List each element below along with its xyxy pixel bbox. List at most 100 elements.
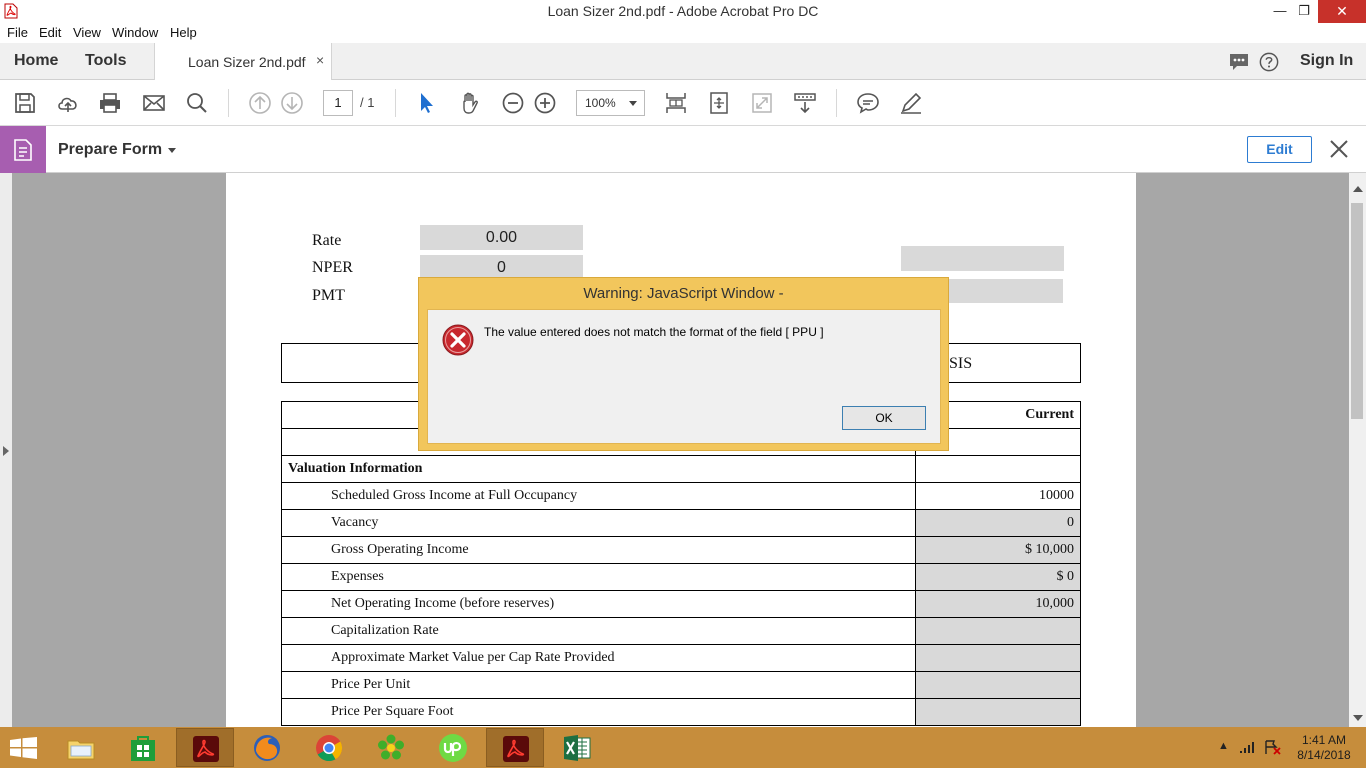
row-value-field[interactable]: $ 10,000 — [915, 536, 1081, 564]
firefox-icon — [254, 735, 280, 761]
menu-view[interactable]: View — [73, 25, 101, 40]
cloud-upload-icon[interactable] — [56, 91, 80, 115]
excel-taskbar-button[interactable] — [548, 728, 606, 767]
scroll-thumb[interactable] — [1351, 203, 1363, 419]
scroll-up-icon[interactable] — [1353, 186, 1363, 192]
zoom-out-icon[interactable] — [501, 91, 525, 115]
menu-file[interactable]: File — [7, 25, 28, 40]
form-field[interactable] — [901, 246, 1064, 271]
acrobat-taskbar-button-2[interactable] — [486, 728, 544, 767]
row-label: Scheduled Gross Income at Full Occupancy — [280, 482, 917, 510]
flower-icon — [378, 734, 404, 760]
vertical-scrollbar[interactable] — [1349, 173, 1366, 727]
ok-button[interactable]: OK — [842, 406, 926, 430]
tab-home[interactable]: Home — [14, 52, 58, 70]
analysis-header-text: SIS — [949, 355, 973, 372]
store-taskbar-button[interactable] — [114, 728, 172, 767]
file-explorer-taskbar-button[interactable] — [52, 728, 110, 767]
page-up-icon[interactable] — [248, 91, 272, 115]
messages-icon[interactable] — [1228, 52, 1250, 72]
page-down-icon[interactable] — [280, 91, 304, 115]
close-icon[interactable] — [1328, 138, 1350, 160]
nper-label: NPER — [312, 259, 353, 276]
menu-bar: File Edit View Window Help — [0, 23, 1366, 43]
error-icon — [442, 324, 474, 356]
close-window-button[interactable]: ✕ — [1318, 0, 1366, 23]
full-screen-icon[interactable] — [750, 91, 774, 115]
action-center-icon[interactable] — [1264, 739, 1282, 755]
table-row: Capitalization Rate — [280, 617, 1081, 645]
chrome-taskbar-button[interactable] — [300, 728, 358, 767]
mail-icon[interactable] — [142, 91, 166, 115]
pen-icon[interactable] — [899, 91, 923, 115]
clock-date: 8/14/2018 — [1297, 748, 1351, 762]
main-toolbar: 1 / 1 100% — [0, 80, 1366, 126]
document-tab-label: Loan Sizer 2nd.pdf — [188, 54, 306, 70]
acrobat-icon — [503, 736, 529, 762]
network-icon[interactable] — [1239, 740, 1256, 754]
fit-page-icon[interactable] — [664, 91, 688, 115]
maximize-button[interactable]: ❐ — [1290, 0, 1318, 23]
row-value-field[interactable]: $ 0 — [915, 563, 1081, 591]
firefox-taskbar-button[interactable] — [238, 728, 296, 767]
row-value-field[interactable] — [915, 617, 1081, 645]
tab-tools[interactable]: Tools — [85, 52, 126, 70]
left-panel-toggle[interactable] — [0, 173, 12, 727]
print-icon[interactable] — [98, 91, 122, 115]
row-value-field[interactable]: 10,000 — [915, 590, 1081, 618]
chrome-icon — [316, 735, 343, 762]
scroll-down-icon[interactable] — [1353, 715, 1363, 721]
comment-icon[interactable] — [856, 91, 880, 115]
rotate-icon[interactable] — [707, 91, 731, 115]
table-row: Gross Operating Income $ 10,000 — [280, 536, 1081, 564]
system-clock[interactable]: 1:41 AM 8/14/2018 — [1290, 733, 1358, 763]
edit-button[interactable]: Edit — [1247, 136, 1312, 163]
row-value-field[interactable]: 0 — [915, 509, 1081, 537]
help-icon[interactable] — [1258, 52, 1280, 72]
search-icon[interactable] — [185, 91, 209, 115]
dialog-title: Warning: JavaScript Window - — [583, 285, 784, 302]
page-number-input[interactable]: 1 — [323, 90, 353, 116]
row-label: Net Operating Income (before reserves) — [280, 590, 917, 618]
hand-icon[interactable] — [458, 91, 482, 115]
acrobat-icon — [193, 736, 219, 762]
chevron-right-icon — [3, 446, 9, 456]
table-row: Price Per Square Foot — [280, 698, 1081, 726]
prepare-form-label[interactable]: Prepare Form — [58, 141, 162, 159]
page-total: / 1 — [360, 95, 375, 110]
select-arrow-icon[interactable] — [415, 91, 439, 115]
form-document-icon — [14, 139, 32, 161]
menu-help[interactable]: Help — [170, 25, 197, 40]
chevron-down-icon[interactable] — [168, 148, 176, 153]
row-value-field[interactable] — [915, 671, 1081, 699]
table-cell — [915, 455, 1081, 483]
menu-window[interactable]: Window — [112, 25, 158, 40]
acrobat-taskbar-button[interactable] — [176, 728, 234, 767]
zoom-select[interactable]: 100% — [576, 90, 645, 116]
row-value-field[interactable] — [915, 698, 1081, 726]
upwork-taskbar-button[interactable] — [424, 728, 482, 767]
icq-taskbar-button[interactable] — [362, 728, 420, 767]
section-title: Valuation Information — [280, 455, 917, 483]
close-tab-icon[interactable]: × — [316, 52, 324, 68]
save-icon[interactable] — [13, 91, 37, 115]
menu-edit[interactable]: Edit — [39, 25, 61, 40]
rate-label: Rate — [312, 232, 342, 249]
sign-in-link[interactable]: Sign In — [1300, 52, 1353, 70]
row-value-field[interactable] — [915, 644, 1081, 672]
table-row: Net Operating Income (before reserves) 1… — [280, 590, 1081, 618]
row-label: Expenses — [280, 563, 917, 591]
zoom-value: 100% — [585, 96, 616, 110]
row-label: Gross Operating Income — [280, 536, 917, 564]
windows-start-icon[interactable] — [10, 737, 37, 759]
prepare-form-badge — [0, 126, 46, 173]
tab-document[interactable]: Loan Sizer 2nd.pdf × — [154, 43, 332, 80]
scroll-icon[interactable] — [793, 91, 817, 115]
zoom-in-icon[interactable] — [533, 91, 557, 115]
prepare-form-bar: Prepare Form Edit — [0, 126, 1366, 173]
show-hidden-icons-icon[interactable]: ▲ — [1218, 740, 1229, 752]
store-icon — [131, 736, 155, 761]
rate-field[interactable]: 0.00 — [420, 225, 583, 250]
row-label: Approximate Market Value per Cap Rate Pr… — [280, 644, 917, 672]
row-value-field[interactable]: 10000 — [915, 482, 1081, 510]
